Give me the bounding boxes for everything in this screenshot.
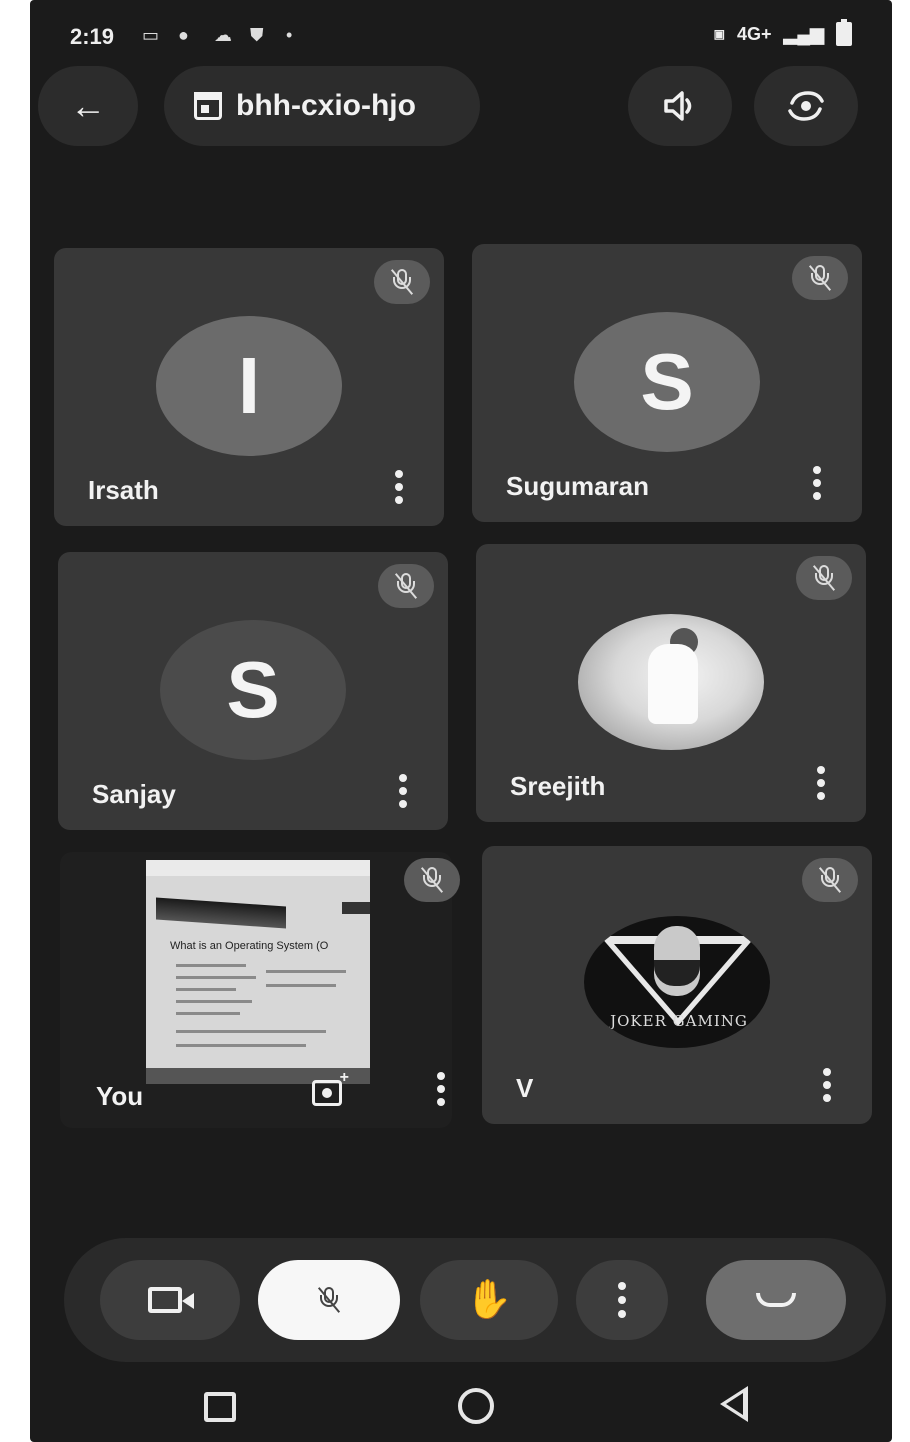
mic-off-icon <box>394 573 418 599</box>
shield-notification-icon: ⛊ <box>250 25 264 45</box>
participant-tile[interactable]: Sreejith <box>476 544 866 822</box>
phone-screen: 2:19 ▭ ● ☁ ⛊ • ▣ 4G+ ▂▄▆ ← bhh-cxio-hjo <box>30 0 892 1442</box>
system-nav-bar <box>30 1380 892 1442</box>
participant-tile[interactable]: S Sanjay <box>58 552 448 830</box>
muted-badge <box>796 556 852 600</box>
more-vert-icon[interactable] <box>816 766 826 800</box>
camera-notification-icon: ▭ <box>142 25 160 45</box>
camera-flip-icon <box>788 91 824 121</box>
call-end-icon <box>756 1293 796 1307</box>
participant-name: Sanjay <box>92 779 176 809</box>
raise-hand-icon: ✋ <box>465 1279 513 1321</box>
mic-off-icon <box>390 269 414 295</box>
recents-button[interactable] <box>204 1392 236 1422</box>
profile-photo-avatar <box>578 614 764 750</box>
speaker-button[interactable] <box>628 66 732 146</box>
avatar: I <box>156 316 342 456</box>
network-type: 4G+ <box>737 23 772 44</box>
participant-name: Sugumaran <box>506 471 650 501</box>
more-vert-icon[interactable] <box>812 466 822 500</box>
participant-name: Sreejith <box>510 771 606 801</box>
muted-badge <box>374 260 430 304</box>
home-button[interactable] <box>458 1388 494 1424</box>
participant-name: Irsath <box>88 475 159 505</box>
muted-badge <box>792 256 848 300</box>
participant-name: V <box>516 1073 534 1103</box>
arrow-left-icon: ← <box>70 85 106 126</box>
chat-notification-icon: ● <box>178 25 189 45</box>
dot-notification-icon: • <box>286 25 293 45</box>
calendar-icon <box>194 92 222 120</box>
volume-icon <box>664 91 692 121</box>
status-bar: 2:19 ▭ ● ☁ ⛊ • ▣ 4G+ ▂▄▆ <box>70 18 852 58</box>
muted-badge <box>802 858 858 902</box>
logo-text: JOKER GAMING <box>610 1012 748 1030</box>
mic-off-icon <box>818 867 842 893</box>
document-heading: What is an Operating System (O <box>170 940 329 952</box>
more-vert-icon[interactable] <box>822 1068 832 1102</box>
muted-badge <box>378 564 434 608</box>
participant-tile[interactable]: S Sugumaran <box>472 244 862 522</box>
mic-off-icon <box>317 1287 341 1313</box>
avatar: S <box>574 312 760 452</box>
raise-hand-button[interactable]: ✋ <box>420 1260 558 1340</box>
participant-tile[interactable]: I Irsath <box>54 248 444 526</box>
more-vert-icon <box>618 1282 626 1318</box>
participant-name: You <box>96 1081 144 1111</box>
switch-camera-button[interactable] <box>754 66 858 146</box>
avatar: S <box>160 620 346 760</box>
video-camera-icon <box>148 1287 194 1313</box>
more-vert-icon[interactable] <box>436 1072 446 1106</box>
more-vert-icon[interactable] <box>394 470 404 504</box>
top-bar: ← bhh-cxio-hjo <box>30 64 892 154</box>
volte-icon: ▣ <box>713 27 726 41</box>
meeting-info-button[interactable]: bhh-cxio-hjo <box>164 66 480 146</box>
notification-icons: ▭ ● ☁ ⛊ • <box>142 26 308 44</box>
muted-badge <box>404 858 460 902</box>
more-vert-icon[interactable] <box>398 774 408 808</box>
participant-tile[interactable]: JOKER GAMING V <box>482 846 872 1124</box>
back-button[interactable]: ← <box>38 66 138 146</box>
mic-toggle-button[interactable] <box>258 1260 400 1340</box>
battery-icon <box>836 19 852 46</box>
status-time: 2:19 <box>70 24 115 49</box>
call-controls: ✋ <box>64 1238 886 1362</box>
nav-back-button[interactable] <box>720 1386 748 1422</box>
status-right: ▣ 4G+ ▂▄▆ <box>713 19 852 46</box>
meeting-code: bhh-cxio-hjo <box>236 89 416 122</box>
mic-off-icon <box>812 565 836 591</box>
mic-off-icon <box>420 867 444 893</box>
mic-off-icon <box>808 265 832 291</box>
self-view-tile[interactable]: What is an Operating System (O You <box>60 852 460 1128</box>
add-photo-icon[interactable] <box>312 1069 349 1106</box>
signal-icon: ▂▄▆ <box>783 23 824 44</box>
end-call-button[interactable] <box>706 1260 846 1340</box>
logo-avatar: JOKER GAMING <box>584 916 770 1048</box>
self-camera-feed: What is an Operating System (O <box>146 860 370 1084</box>
more-options-button[interactable] <box>576 1260 668 1340</box>
camera-toggle-button[interactable] <box>100 1260 240 1340</box>
cloud-notification-icon: ☁ <box>214 25 232 45</box>
